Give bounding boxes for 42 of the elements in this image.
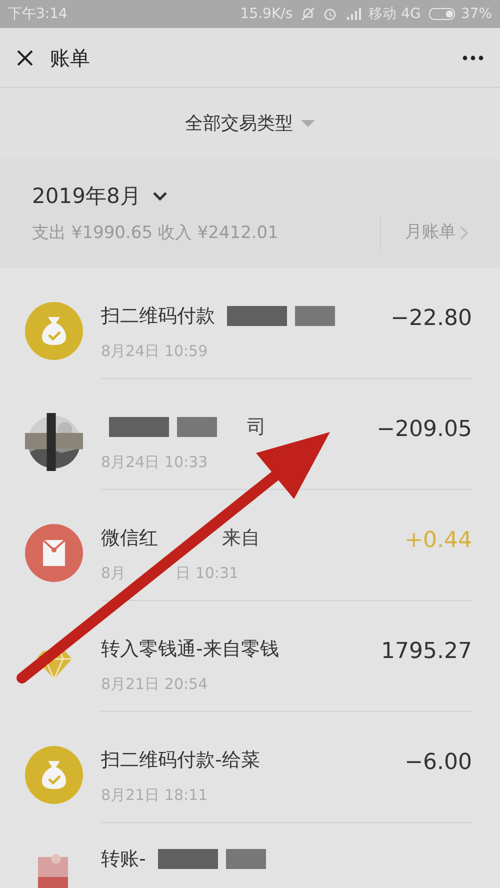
transaction-amount: −22.80 [390,305,472,333]
dropdown-icon [301,120,315,128]
chevron-down-icon [152,192,167,202]
close-icon[interactable] [16,48,34,66]
redaction-mark [177,417,217,437]
transaction-title: 扫二维码付款-给菜 [101,748,260,773]
month-summary: 支出 ¥1990.65 收入 ¥2412.01 [32,222,280,244]
status-time: 下午3:14 [8,4,68,24]
bell-muted-icon [300,7,315,21]
transaction-type-filter[interactable]: 全部交易类型 [185,110,315,137]
transaction-title: 来自 [222,526,260,551]
transaction-time: 日 10:31 [176,563,239,584]
redaction-mark [295,306,335,326]
month-selector[interactable]: 2019年8月 [32,181,167,212]
chevron-right-icon [460,226,468,240]
transaction-title: 司 [247,414,266,440]
transaction-title: 转账- [101,846,146,872]
money-bag-icon [25,746,83,804]
transaction-time: 8月21日 20:54 [101,674,208,695]
transaction-amount: +0.44 [404,527,472,555]
signal-icon [344,8,361,20]
transaction-time: 8月24日 10:59 [101,341,208,362]
transaction-amount: 1795.27 [381,638,472,666]
transaction-time: 8月21日 18:11 [101,785,208,806]
transaction-time: 8月 [101,563,126,584]
redaction-mark [226,849,266,869]
carrier-label: 移动 4G [368,4,421,24]
alarm-icon [322,7,337,21]
battery-percent: 37% [460,4,492,24]
page-title: 账单 [50,44,90,72]
battery-icon [428,8,457,20]
network-speed: 15.9K/s [240,4,293,24]
money-bag-icon [25,302,83,360]
transaction-amount: −6.00 [404,749,472,777]
transaction-title: 扫二维码付款 [101,304,215,329]
envelope-icon [25,524,83,582]
transaction-title: 转入零钱通-来自零钱 [101,636,279,662]
transaction-time: 8月24日 10:33 [101,452,208,473]
transaction-title: 微信红 [101,526,158,551]
more-icon[interactable] [462,54,484,60]
transaction-amount: −209.05 [376,416,472,444]
diamond-icon [35,649,73,679]
